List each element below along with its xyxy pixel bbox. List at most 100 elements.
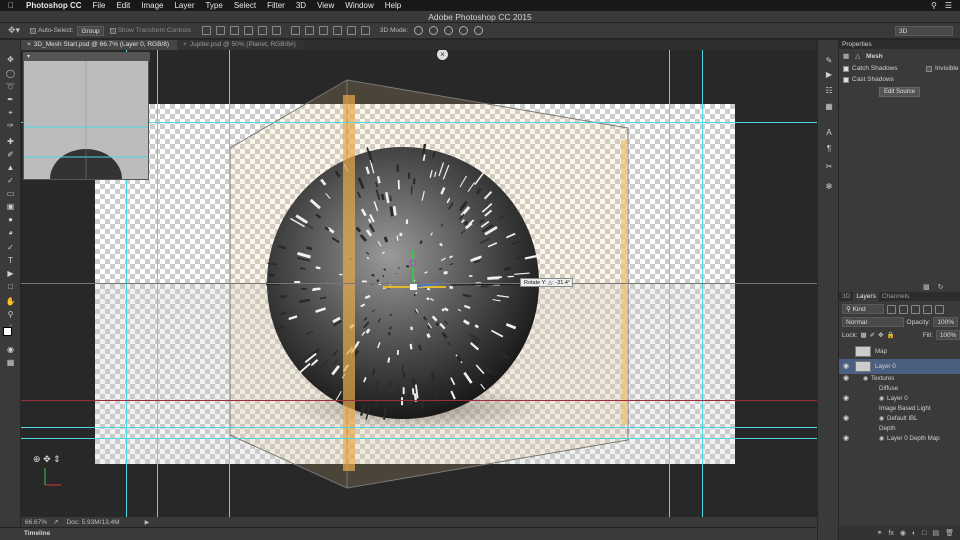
eraser-tool-icon[interactable]: ▭ [2,188,19,199]
menu-edit[interactable]: Edit [116,1,130,10]
brush-tool-icon[interactable]: ✐ [2,149,19,160]
filter-type-icon[interactable] [911,304,920,314]
eye-icon[interactable]: ◉ [843,374,851,384]
swatches-panel-icon[interactable]: ▦ [824,102,834,112]
pen-tool-icon[interactable]: ✓ [2,242,19,253]
transform-checkbox[interactable] [109,27,116,34]
hand-tool-icon[interactable]: ✋ [2,296,19,307]
gizmo-center[interactable] [410,283,417,290]
layer-row[interactable]: Map [839,344,960,359]
layer-row[interactable]: ◉ Layer 0 ◉ [839,394,960,404]
thumbnail-menu-icon[interactable]: ▾ [27,54,30,60]
marquee-tool-icon[interactable]: ◯ [2,68,19,79]
lasso-tool-icon[interactable]: ➰ [2,81,19,92]
properties-clip-icon[interactable]: ▩ [923,284,930,291]
quick-mask-icon[interactable]: ◉ [2,344,19,355]
delete-layer-icon[interactable]: 🗑 [945,529,954,537]
distribute-hcenter-icon[interactable] [346,26,356,35]
move-tool-icon[interactable]: ✥▾ [8,25,20,36]
opacity-field[interactable]: 100% [933,317,958,327]
invisible-checkbox[interactable] [926,65,932,72]
axis-slide-icon[interactable]: ⇕ [53,454,61,464]
menu-view[interactable]: View [317,1,334,10]
align-right-icon[interactable] [271,26,281,35]
auto-select-dropdown[interactable]: Group [77,25,104,36]
actions-panel-icon[interactable]: ▶ [824,70,834,80]
adjustments-panel-icon[interactable]: ☷ [824,86,834,96]
layer-row[interactable]: Depth [839,424,960,434]
slide-icon[interactable] [459,26,469,35]
tab-layers[interactable]: Layers [853,292,879,301]
transform-controls-toggle[interactable]: Show Transform Controls [109,27,191,34]
screen-mode-icon[interactable]: ▦ [2,357,19,368]
texture-eye-icon[interactable]: ◉ [879,414,884,424]
tab-jupiter[interactable]: × Jupiter.psd @ 50% (Planet, RGB/8#) [177,40,304,50]
new-adjustment-icon[interactable]: ◐ [912,530,916,537]
fx-icon[interactable]: fx [888,530,893,537]
share-icon[interactable]: ↗ [53,518,58,526]
tab-3d[interactable]: 3D [839,292,853,301]
texture-eye-icon[interactable]: ◉ [863,374,868,384]
add-mask-icon[interactable]: ◉ [900,529,906,537]
eyedropper-tool-icon[interactable]: ✑ [2,120,19,131]
layer-row[interactable]: Image Based Light [839,404,960,414]
menu-file[interactable]: File [93,1,106,10]
healing-tool-icon[interactable]: ✚ [2,136,19,147]
paragraph-panel-icon[interactable]: ¶ [824,144,834,154]
menu-window[interactable]: Window [345,1,373,10]
lock-pixels-icon[interactable]: ✐ [870,331,875,339]
align-top-icon[interactable] [201,26,211,35]
dodge-tool-icon[interactable]: ◕ [2,227,19,238]
auto-select-toggle[interactable]: Auto-Select: [30,27,73,34]
apple-icon[interactable]:  [8,1,18,10]
catch-shadows-checkbox[interactable] [843,65,849,72]
properties-reset-icon[interactable]: ↻ [938,284,944,291]
menu-filter[interactable]: Filter [267,1,285,10]
gradient-tool-icon[interactable]: ▣ [2,201,19,212]
edit-source-button[interactable]: Edit Source [878,87,921,97]
history-panel-icon[interactable]: ✎ [824,56,834,66]
properties-panel-title[interactable]: Properties [842,40,872,49]
align-bottom-icon[interactable] [229,26,239,35]
menu-image[interactable]: Image [141,1,163,10]
zoom-tool-icon[interactable]: ⚲ [2,309,19,320]
brushes-panel-icon[interactable]: ✻ [824,182,834,192]
distribute-left-icon[interactable] [332,26,342,35]
character-panel-icon[interactable]: A [824,128,834,138]
distribute-vcenter-icon[interactable] [304,26,314,35]
auto-select-checkbox[interactable] [30,27,37,34]
new-group-icon[interactable]: □ [922,530,926,537]
cast-shadows-checkbox[interactable] [843,76,849,83]
layer-row[interactable]: ◉ Default IBL ◉ [839,414,960,424]
menu-layer[interactable]: Layer [174,1,194,10]
roll-icon[interactable] [429,26,439,35]
guide-horizontal[interactable] [21,438,817,439]
guide-horizontal[interactable] [21,427,817,428]
auto-select-value[interactable]: Group [77,25,104,36]
blend-mode-select[interactable]: Normal [842,317,904,327]
list-icon[interactable]: ☰ [945,1,952,10]
eye-icon[interactable]: ◉ [843,359,851,374]
search-icon[interactable]: ⚲ [931,1,937,10]
filter-smart-icon[interactable] [935,304,944,314]
layer-row[interactable]: ◉ Layer 0 [839,359,960,374]
crop-tool-icon[interactable]: ⌖ [2,107,19,118]
blur-tool-icon[interactable]: ● [2,214,19,225]
align-vcenter-icon[interactable] [215,26,225,35]
filter-adjust-icon[interactable] [899,304,908,314]
texture-eye-icon[interactable]: ◉ [879,394,884,404]
lock-transparent-icon[interactable]: ▩ [861,331,867,339]
eye-icon[interactable]: ◉ [843,434,851,444]
tab-close-icon[interactable]: × [27,41,31,48]
type-tool-icon[interactable]: T [2,255,19,266]
workspace-select[interactable]: 3D [895,26,953,36]
history-brush-tool-icon[interactable]: ✓ [2,175,19,186]
lock-all-icon[interactable]: 🔒 [887,331,895,339]
menu-app[interactable]: Photoshop CC [26,1,82,10]
axis-orbit-icon[interactable]: ⊕ [33,454,41,464]
align-left-icon[interactable] [243,26,253,35]
layer-row[interactable]: ◉ Layer 0 Depth Map ◉ [839,434,960,444]
orbit-icon[interactable] [414,26,424,35]
menu-select[interactable]: Select [234,1,256,10]
secondary-view-thumbnail[interactable]: ▾ [23,52,150,180]
